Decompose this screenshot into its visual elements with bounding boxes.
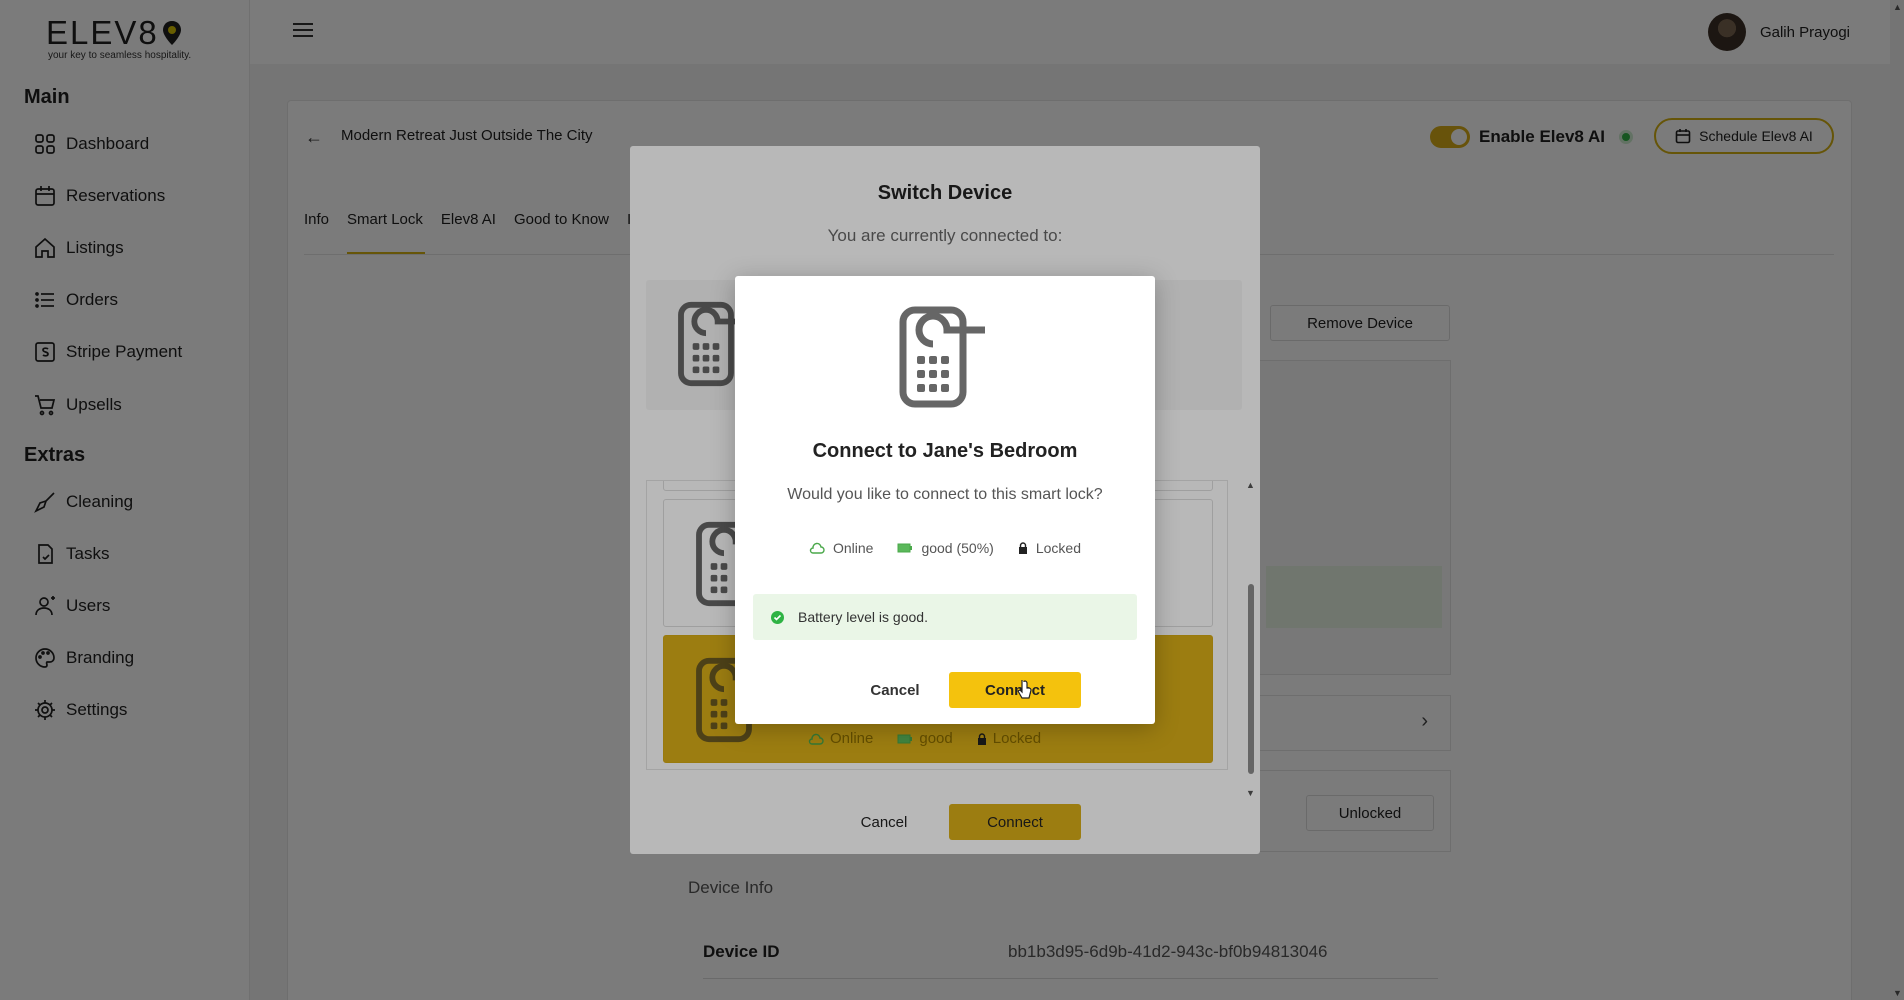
online-status: Online: [809, 540, 873, 556]
confirm-cancel-button[interactable]: Cancel: [831, 672, 959, 708]
confirm-connect-button[interactable]: Connect: [949, 672, 1081, 708]
confirm-subtitle: Would you like to connect to this smart …: [787, 486, 1103, 503]
lock-icon: [1018, 542, 1027, 554]
check-circle-icon: [771, 610, 784, 624]
device-status-row: Online good (50%) Locked: [735, 540, 1155, 556]
battery-icon: [897, 543, 913, 553]
battery-alert: Battery level is good.: [753, 594, 1137, 640]
mouse-pointer-icon: [1017, 680, 1032, 699]
cloud-icon: [809, 542, 825, 554]
smart-lock-icon: [899, 306, 985, 408]
lock-status: Locked: [1018, 540, 1081, 556]
confirm-title: Connect to Jane's Bedroom: [812, 440, 1078, 462]
battery-alert-text: Battery level is good.: [798, 609, 928, 625]
confirm-connect-modal: Connect to Jane's Bedroom Would you like…: [735, 276, 1155, 724]
battery-status: good (50%): [897, 540, 994, 556]
